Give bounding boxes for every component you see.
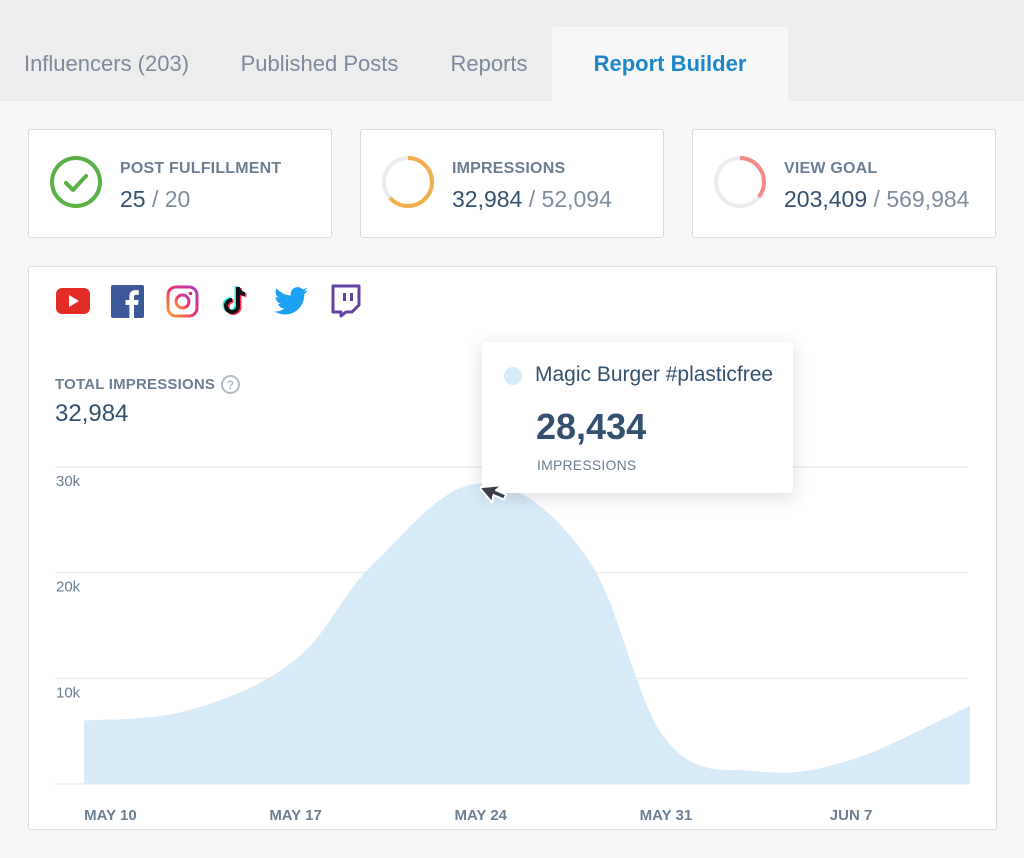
- y-tick-label: 10k: [56, 684, 81, 701]
- help-icon[interactable]: ?: [221, 375, 241, 394]
- youtube-filter[interactable]: [55, 283, 91, 319]
- x-tick-label: MAY 24: [454, 807, 507, 820]
- total-impressions-title: TOTAL IMPRESSIONS: [55, 376, 216, 393]
- stat-separator: /: [528, 186, 536, 212]
- instagram-filter[interactable]: [164, 283, 200, 319]
- facebook-filter[interactable]: [109, 283, 145, 319]
- y-tick-label: 30k: [56, 473, 81, 490]
- tiktok-filter[interactable]: [218, 283, 254, 319]
- tab-reports[interactable]: Reports: [426, 27, 552, 101]
- twitch-filter[interactable]: [328, 283, 364, 319]
- youtube-icon: [56, 288, 90, 314]
- stat-separator: /: [873, 186, 880, 212]
- tab-bar: Influencers (203) Published Posts Report…: [0, 0, 1024, 101]
- x-tick-label: MAY 31: [640, 807, 693, 820]
- twitter-filter[interactable]: [273, 283, 309, 319]
- stat-separator: /: [151, 186, 159, 212]
- stat-value: 203,409 / 569,984: [784, 186, 969, 213]
- twitch-icon: [331, 284, 361, 318]
- stat-title: VIEW GOAL: [784, 160, 878, 177]
- instagram-icon: [166, 285, 198, 317]
- stat-goal: 20: [164, 186, 191, 212]
- chart-tooltip: Magic Burger #plasticfree 28,434 IMPRESS…: [482, 342, 793, 493]
- series-color-dot: [504, 367, 522, 385]
- facebook-icon: [110, 284, 144, 318]
- stat-card-impressions: IMPRESSIONS 32,984 / 52,094: [360, 129, 664, 238]
- check-circle-icon: [50, 156, 102, 208]
- series-area-magic-burger[interactable]: [84, 483, 971, 784]
- stat-title: IMPRESSIONS: [452, 160, 566, 177]
- tab-report-builder[interactable]: Report Builder: [552, 27, 788, 101]
- twitter-icon: [274, 287, 308, 315]
- tiktok-icon: [222, 285, 247, 315]
- stat-current: 32,984: [452, 186, 523, 212]
- total-impressions-label: TOTAL IMPRESSIONS ?: [55, 375, 241, 394]
- stat-card-view-goal: VIEW GOAL 203,409 / 569,984: [692, 129, 996, 238]
- total-impressions-value: 32,984: [55, 400, 129, 427]
- x-tick-label: MAY 10: [84, 807, 137, 820]
- mouse-cursor-icon: [480, 484, 508, 504]
- stat-value: 32,984 / 52,094: [452, 186, 612, 213]
- x-tick-label: MAY 17: [269, 807, 322, 820]
- x-tick-label: JUN 7: [830, 807, 873, 820]
- impressions-progress-ring-icon: [382, 156, 434, 208]
- stat-goal: 52,094: [541, 186, 612, 212]
- y-tick-label: 20k: [56, 579, 81, 596]
- tooltip-series-name: Magic Burger #plasticfree: [535, 363, 774, 386]
- stat-card-post-fulfillment: POST FULFILLMENT 25 / 20: [28, 129, 332, 238]
- tab-influencers[interactable]: Influencers (203): [0, 27, 213, 101]
- stat-goal: 569,984: [886, 186, 970, 212]
- stat-current: 25: [120, 186, 146, 212]
- view-goal-progress-ring-icon: [714, 156, 766, 208]
- stat-title: POST FULFILLMENT: [120, 160, 282, 177]
- tab-published-posts[interactable]: Published Posts: [213, 27, 426, 101]
- tooltip-value: 28,434: [536, 406, 647, 447]
- tooltip-label: IMPRESSIONS: [537, 457, 637, 473]
- stat-value: 25 / 20: [120, 186, 190, 213]
- stat-current: 203,409: [784, 186, 868, 212]
